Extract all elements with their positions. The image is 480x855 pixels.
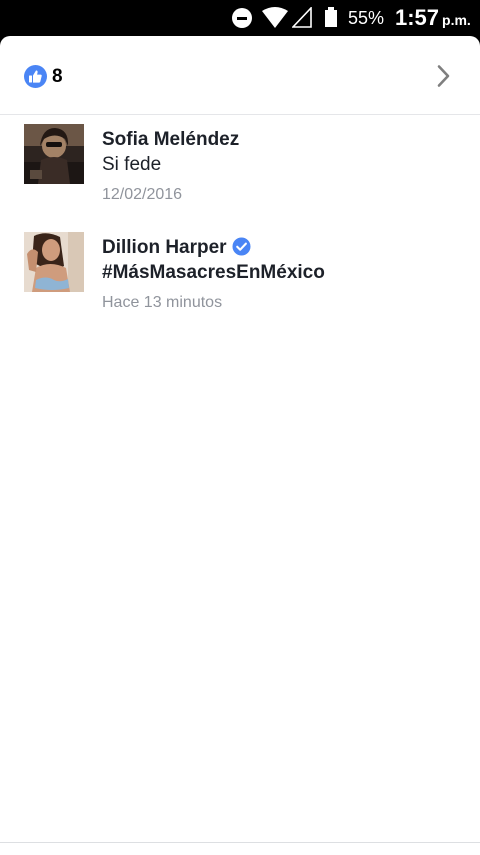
battery-percent: 55%: [348, 8, 385, 28]
timestamp: 12/02/2016: [102, 186, 183, 203]
clock-ampm: p.m.: [442, 12, 471, 28]
status-bar: 55% 1:57 p.m.: [0, 0, 480, 36]
comment-text: Si fede: [102, 154, 162, 175]
avatar[interactable]: [24, 232, 84, 292]
bottom-edge: [0, 842, 480, 855]
battery-icon: [325, 7, 337, 27]
like-icon: [24, 65, 47, 88]
timestamp: Hace 13 minutos: [102, 294, 223, 311]
list-item[interactable]: Dillion Harper #MásMasacresEnMéxico Hace…: [0, 232, 480, 332]
reactions-header[interactable]: 8: [0, 36, 480, 115]
chevron-right-icon[interactable]: [432, 64, 456, 88]
list-item[interactable]: Sofia Meléndez Si fede 12/02/2016: [0, 124, 480, 224]
do-not-disturb-icon: [232, 8, 252, 28]
avatar[interactable]: [24, 124, 84, 184]
reactions-sheet: 8 Sofia Meléndez Si fede 12/02/2016 Dill…: [0, 36, 480, 842]
like-count: 8: [52, 66, 63, 87]
clock-time: 1:57: [395, 5, 440, 30]
commenter-name[interactable]: Dillion Harper: [102, 236, 251, 260]
commenter-name[interactable]: Sofia Meléndez: [102, 128, 239, 152]
wifi-icon: [262, 7, 288, 33]
clock: 1:57 p.m.: [395, 6, 471, 32]
verified-badge-icon: [232, 237, 251, 256]
commenter-name-text: Dillion Harper: [102, 237, 227, 258]
signal-icon: [291, 5, 312, 33]
comment-text: #MásMasacresEnMéxico: [102, 262, 325, 283]
